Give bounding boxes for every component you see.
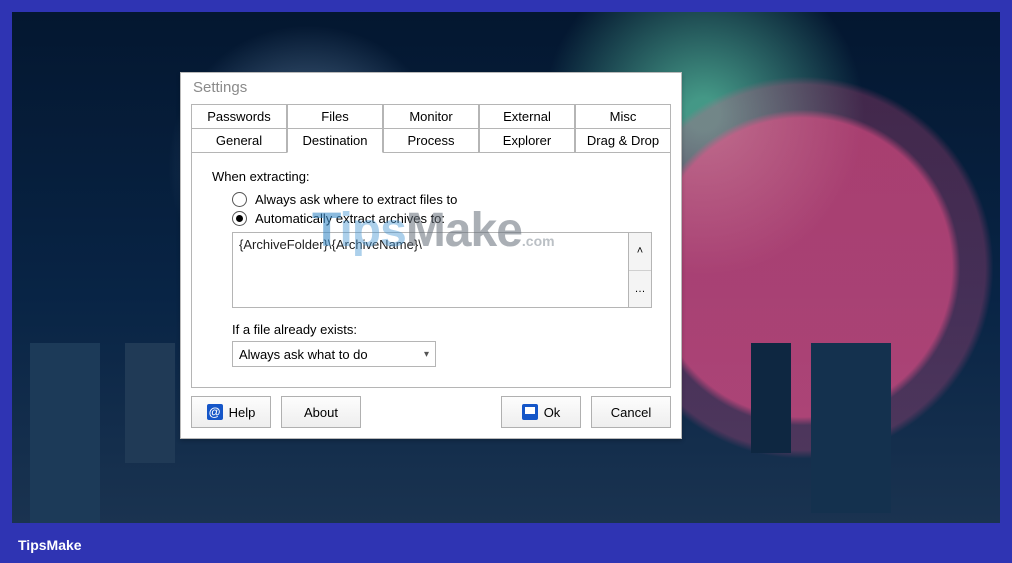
radio-ask-label: Always ask where to extract files to — [255, 192, 457, 207]
ellipsis-icon: … — [635, 283, 646, 295]
ok-button[interactable]: Ok — [501, 396, 581, 428]
cancel-button-label: Cancel — [611, 405, 651, 420]
cancel-button[interactable]: Cancel — [591, 396, 671, 428]
extracting-label: When extracting: — [212, 169, 652, 184]
radio-auto[interactable] — [232, 211, 247, 226]
path-browse-button[interactable]: … — [629, 271, 651, 308]
tab-files[interactable]: Files — [287, 104, 383, 129]
path-row: ˄ … — [232, 232, 652, 308]
file-exists-value: Always ask what to do — [239, 347, 368, 362]
settings-dialog: Settings Passwords Files Monitor Externa… — [180, 72, 682, 439]
ok-button-label: Ok — [544, 405, 561, 420]
wallpaper-frame: Settings Passwords Files Monitor Externa… — [12, 12, 1000, 523]
destination-pane: TipsMake.com When extracting: Always ask… — [191, 152, 671, 388]
tab-general[interactable]: General — [191, 128, 287, 153]
tab-destination[interactable]: Destination — [287, 128, 383, 153]
tab-row-2: General Destination Process Explorer Dra… — [191, 128, 671, 153]
file-exists-label: If a file already exists: — [232, 322, 652, 337]
help-button[interactable]: Help — [191, 396, 271, 428]
tab-passwords[interactable]: Passwords — [191, 104, 287, 129]
path-side-buttons: ˄ … — [629, 232, 652, 308]
chevron-down-icon: ▾ — [424, 349, 429, 360]
tab-container: Passwords Files Monitor External Misc Ge… — [181, 104, 681, 388]
about-button-label: About — [304, 405, 338, 420]
dialog-button-bar: Help About Ok Cancel — [181, 388, 681, 438]
caret-icon: ˄ — [637, 245, 643, 257]
tab-drag-drop[interactable]: Drag & Drop — [575, 128, 671, 153]
about-button[interactable]: About — [281, 396, 361, 428]
tab-row-1: Passwords Files Monitor External Misc — [191, 104, 671, 129]
button-spacer — [371, 396, 491, 428]
radio-auto-row[interactable]: Automatically extract archives to: — [232, 211, 652, 226]
page-caption: TipsMake — [18, 537, 82, 553]
help-icon — [207, 404, 223, 420]
help-button-label: Help — [229, 405, 256, 420]
extract-path-input[interactable] — [232, 232, 629, 308]
tab-monitor[interactable]: Monitor — [383, 104, 479, 129]
save-icon — [522, 404, 538, 420]
path-token-button[interactable]: ˄ — [629, 233, 651, 271]
tab-process[interactable]: Process — [383, 128, 479, 153]
tab-misc[interactable]: Misc — [575, 104, 671, 129]
tab-external[interactable]: External — [479, 104, 575, 129]
radio-auto-label: Automatically extract archives to: — [255, 211, 445, 226]
tab-explorer[interactable]: Explorer — [479, 128, 575, 153]
dialog-title: Settings — [181, 73, 681, 104]
radio-ask[interactable] — [232, 192, 247, 207]
file-exists-combo[interactable]: Always ask what to do ▾ — [232, 341, 436, 367]
radio-ask-row[interactable]: Always ask where to extract files to — [232, 192, 652, 207]
